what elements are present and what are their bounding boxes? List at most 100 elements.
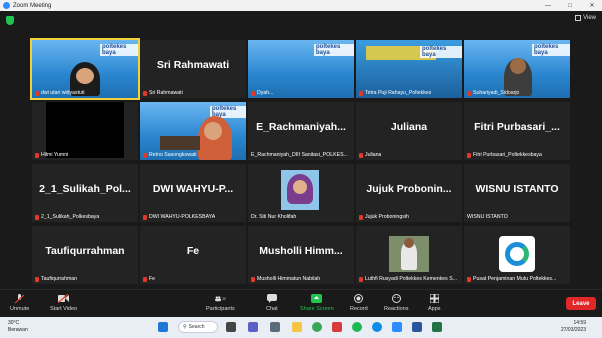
mic-muted-icon: [143, 152, 147, 158]
task-view-icon[interactable]: [226, 322, 236, 332]
clock-time: 14:59: [573, 320, 586, 326]
profile-logo: [499, 236, 535, 272]
video-tile[interactable]: poltekes baya Suhariyadi_Sidoarjo: [464, 40, 570, 98]
start-video-button[interactable]: Start Video: [50, 294, 77, 312]
mic-muted-icon: [143, 90, 147, 96]
share-screen-label: Share Screen: [300, 306, 334, 312]
teams-icon[interactable]: [248, 322, 258, 332]
antivirus-icon[interactable]: [332, 322, 342, 332]
video-tile[interactable]: Taufiqurrahman Taufiqurrahman: [32, 226, 138, 284]
participant-name: E_Rachmaniyah_DIII Sanitasi_POLKES...: [251, 152, 348, 158]
leave-button[interactable]: Leave: [566, 297, 596, 310]
windows-start-icon[interactable]: [158, 322, 168, 332]
security-shield-icon[interactable]: [6, 16, 14, 25]
maximize-button[interactable]: □: [562, 0, 578, 11]
quality-assurance-logo-icon: [505, 242, 529, 266]
participant-name: WISNU ISTANTO: [467, 214, 508, 220]
video-tile[interactable]: Dr. Siti Nur Kholifah: [248, 164, 354, 222]
participant-name: Luthfi Rusyadi Poltekkes Kemenkes S...: [359, 276, 457, 282]
chat-button[interactable]: Chat: [266, 294, 278, 312]
video-tile[interactable]: poltekes baya dwi utari widyastuti: [30, 38, 140, 100]
file-explorer-icon[interactable]: [292, 322, 302, 332]
spotify-icon[interactable]: [352, 322, 362, 332]
mic-muted-icon: [467, 276, 471, 282]
video-tile[interactable]: Musholli Himm... Musholli Himmatun Nabil…: [248, 226, 354, 284]
chat-icon: [266, 294, 277, 303]
minimize-button[interactable]: —: [540, 0, 556, 11]
participant-display-name: E_Rachmaniyah...: [256, 121, 346, 133]
video-tile[interactable]: poltekes baya Tetra Puji Rahayu_Poltekke…: [356, 40, 462, 98]
participant-name: 2_1_Sulikah_Polkesbaya: [35, 214, 99, 220]
clock-date: 27/03/2023: [560, 327, 586, 333]
participant-display-name: Jujuk Probonin...: [366, 183, 452, 195]
mic-muted-icon: [359, 276, 363, 282]
brand-logo: poltekes baya: [100, 44, 138, 56]
window-title: Zoom Meeting: [13, 2, 52, 9]
participant-name: Pusat Penjaminan Mutu Poltekkes...: [467, 276, 556, 282]
excel-icon[interactable]: [432, 322, 442, 332]
participants-icon: 20: [214, 294, 226, 303]
word-icon[interactable]: [412, 322, 422, 332]
participant-face: [204, 122, 222, 140]
weather-condition: Berawan: [8, 327, 28, 333]
participant-face: [76, 68, 94, 84]
record-button[interactable]: Record: [350, 294, 368, 312]
video-tile[interactable]: Juliana Juliana: [356, 102, 462, 160]
close-button[interactable]: ✕: [584, 0, 600, 11]
view-label: View: [583, 15, 596, 21]
chrome-icon[interactable]: [312, 322, 322, 332]
participant-name: Musholli Himmatun Nabilah: [251, 276, 320, 282]
mic-muted-icon: [143, 276, 147, 282]
video-tile[interactable]: Pusat Penjaminan Mutu Poltekkes...: [464, 226, 570, 284]
meeting-toolbar: Unmute Start Video 20 Participants Chat …: [0, 289, 602, 317]
grid-icon: [575, 15, 582, 21]
reactions-label: Reactions: [384, 306, 409, 312]
desk: [160, 136, 200, 150]
taskbar-search[interactable]: ⚲ Search: [178, 321, 218, 333]
video-tile[interactable]: DWI WAHYU-P... DWI WAHYU-POLKESBAYA: [140, 164, 246, 222]
brand-logo: poltekes baya: [420, 46, 462, 58]
video-tile[interactable]: 2_1_Sulikah_Pol... 2_1_Sulikah_Polkesbay…: [32, 164, 138, 222]
mic-muted-icon: [251, 276, 255, 282]
participant-name: Retno Sasongkowati: [143, 152, 197, 158]
profile-photo: [281, 170, 319, 210]
view-button[interactable]: View: [575, 15, 596, 21]
participant-name: Dyah...: [251, 90, 273, 96]
apps-button[interactable]: Apps: [428, 294, 441, 312]
mic-muted-icon: [35, 214, 39, 220]
camera-off-icon: [58, 294, 70, 303]
participant-display-name: Juliana: [390, 121, 428, 133]
edge-icon[interactable]: [372, 322, 382, 332]
video-tile[interactable]: E_Rachmaniyah... E_Rachmaniyah_DIII Sani…: [248, 102, 354, 160]
system-clock[interactable]: 14:59 27/03/2023: [561, 320, 586, 334]
video-tile[interactable]: WISNU ISTANTO WISNU ISTANTO: [464, 164, 570, 222]
share-screen-button[interactable]: Share Screen: [300, 294, 334, 312]
video-tile[interactable]: poltekes baya Retno Sasongkowati: [140, 102, 246, 160]
video-tile[interactable]: Hilmi Yumni: [32, 102, 138, 160]
video-tile[interactable]: Sri Rahmawati Sri Rahmawati: [140, 40, 246, 98]
participants-label: Participants: [206, 306, 235, 312]
unmute-label: Unmute: [10, 306, 30, 312]
participant-display-name: Fe: [186, 245, 200, 257]
reactions-button[interactable]: Reactions: [384, 294, 408, 312]
brand-logo: poltekes baya: [532, 44, 570, 56]
participant-name: Fe: [143, 276, 155, 282]
zoom-taskbar-icon[interactable]: [392, 322, 402, 332]
video-tile[interactable]: Luthfi Rusyadi Poltekkes Kemenkes S...: [356, 226, 462, 284]
mic-muted-icon: [35, 276, 39, 282]
camera-app-icon[interactable]: [270, 322, 280, 332]
video-tile[interactable]: Fe Fe: [140, 226, 246, 284]
weather-temp: 30°C: [8, 320, 20, 326]
participant-name: Fitri Purbasari_Poltekkesbaya: [467, 152, 542, 158]
participant-name: DWI WAHYU-POLKESBAYA: [143, 214, 215, 220]
weather-widget[interactable]: 30°C Berawan: [8, 320, 28, 334]
participants-button[interactable]: 20 Participants: [206, 294, 235, 312]
participant-name: dwi utari widyastuti: [35, 90, 85, 96]
video-tile[interactable]: poltekes baya Dyah...: [248, 40, 354, 98]
apps-icon: [429, 294, 440, 303]
video-tile[interactable]: Fitri Purbasari_... Fitri Purbasari_Polt…: [464, 102, 570, 160]
unmute-button[interactable]: Unmute: [10, 293, 30, 312]
video-tile[interactable]: Jujuk Probonin... Jujuk Proboningsih: [356, 164, 462, 222]
participant-face: [404, 238, 414, 248]
participant-face: [293, 180, 307, 194]
